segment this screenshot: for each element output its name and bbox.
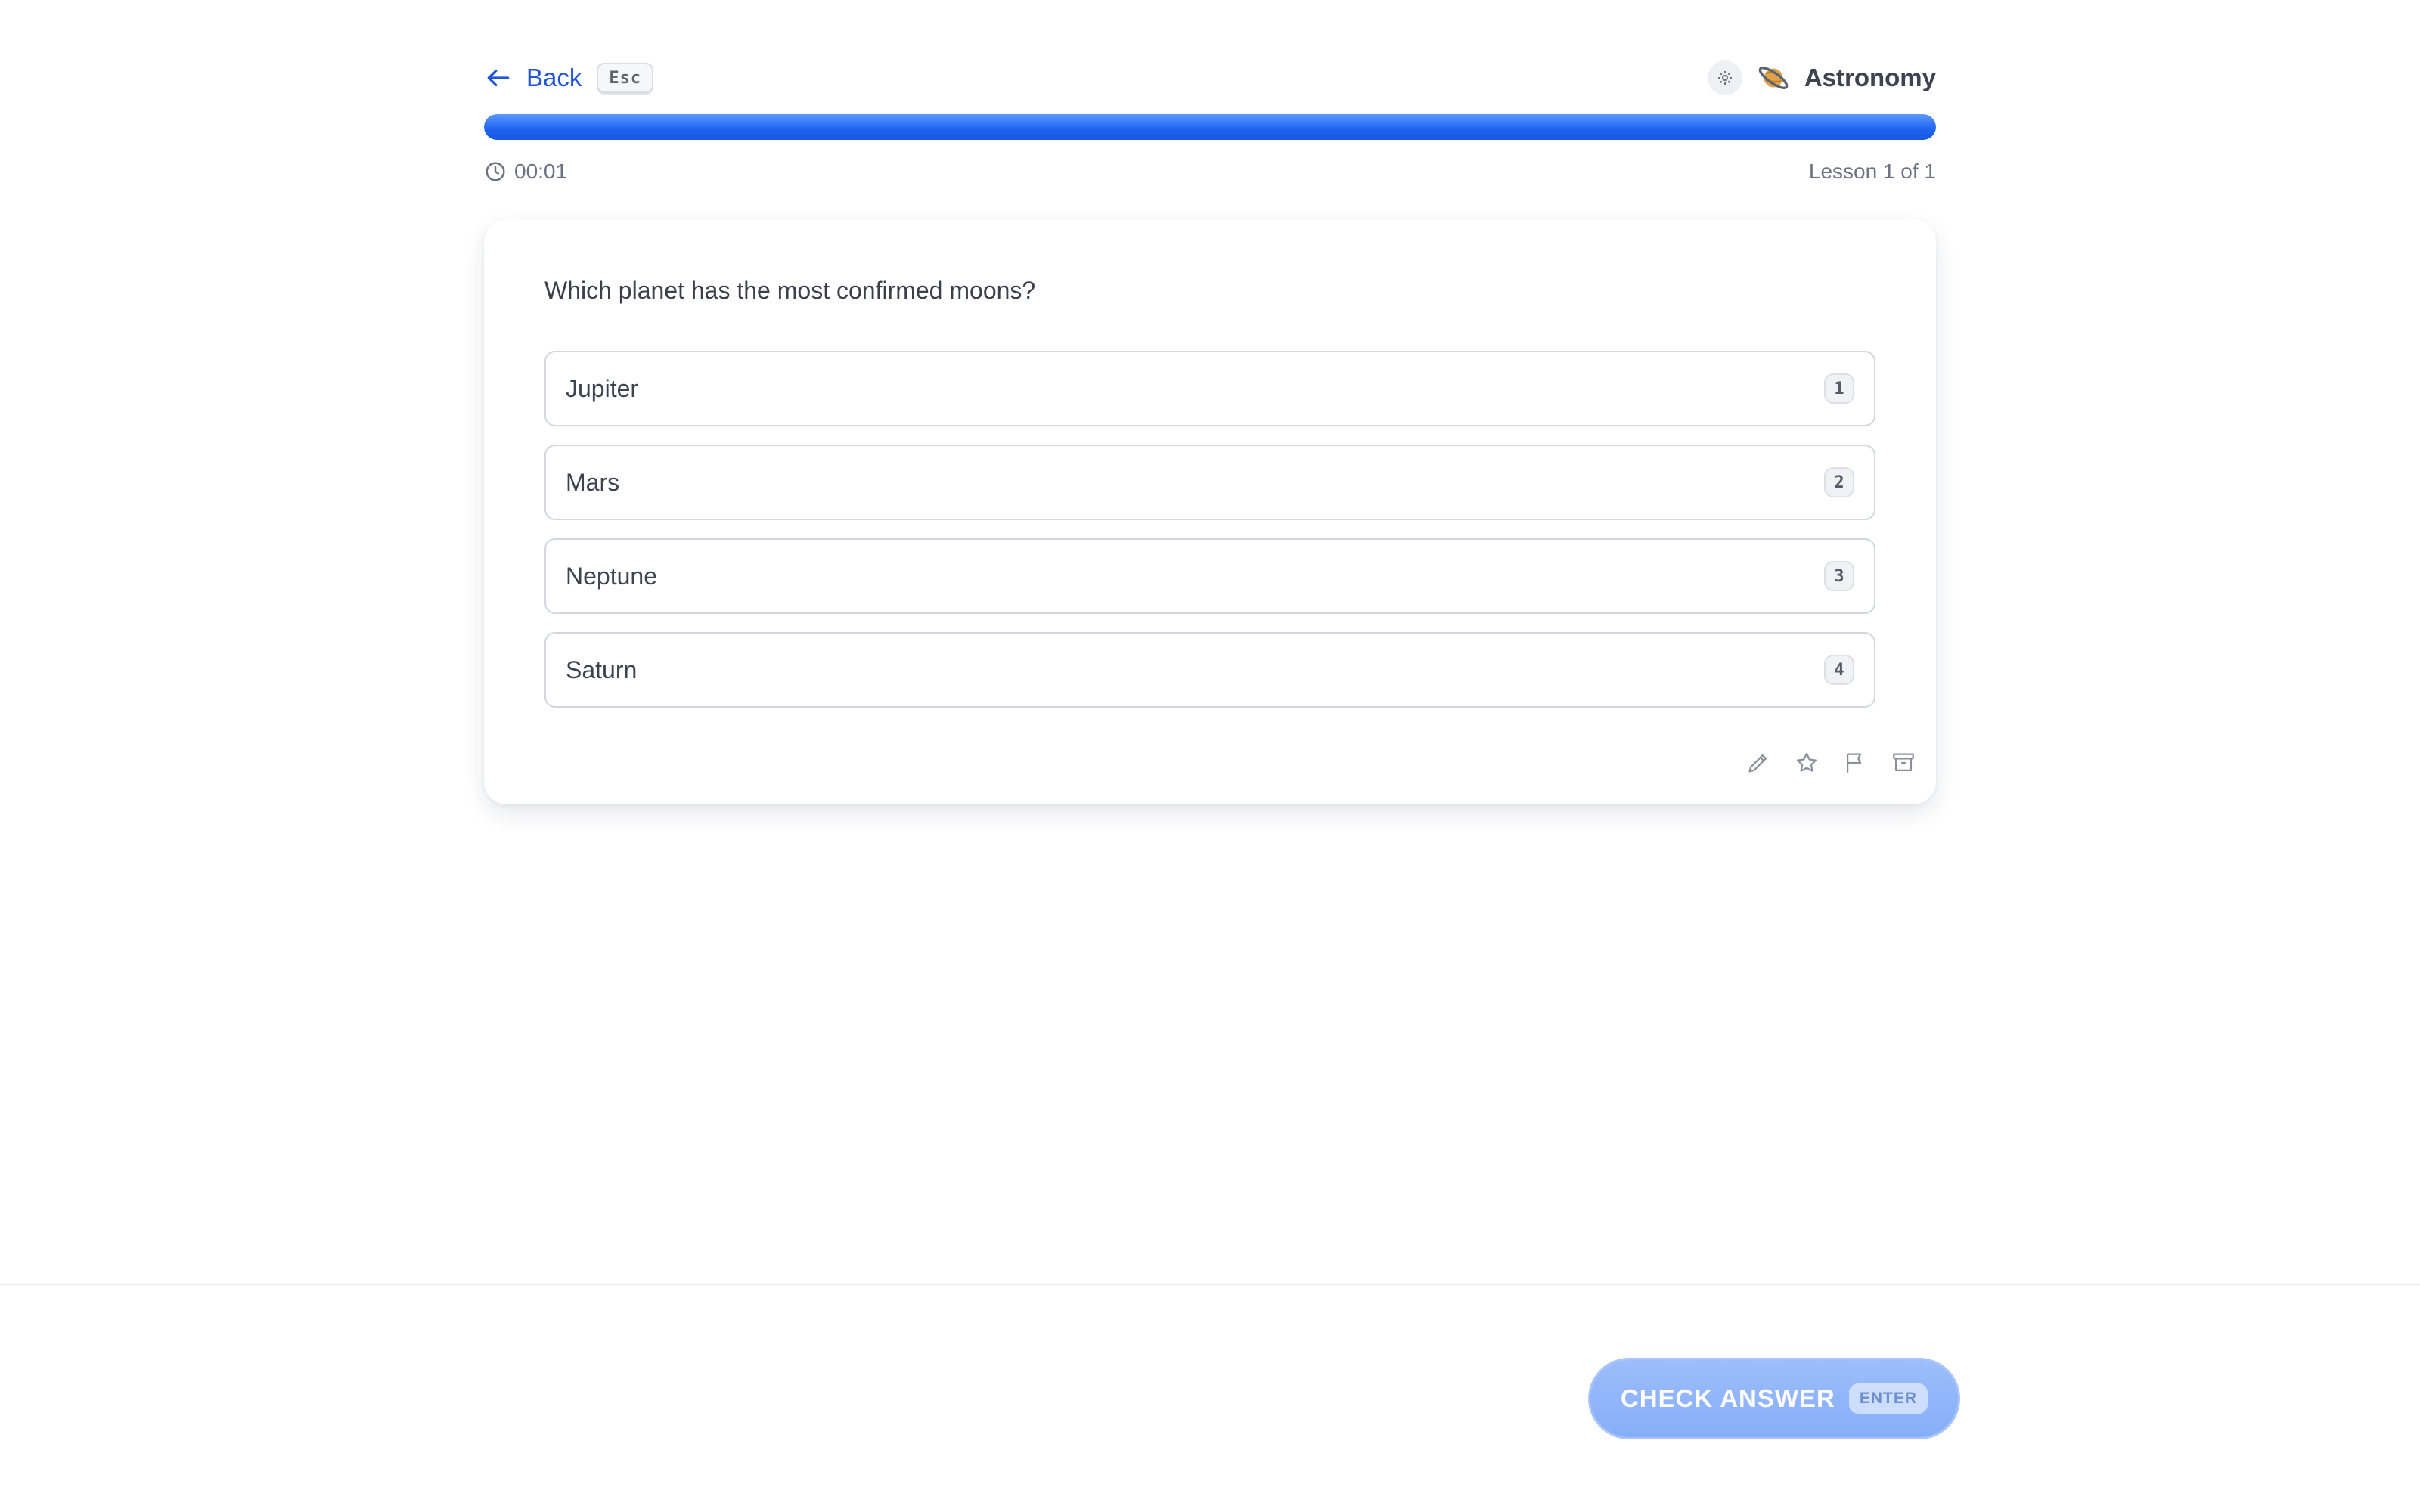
enter-shortcut-badge: ENTER: [1848, 1383, 1928, 1414]
question-text: Which planet has the most confirmed moon…: [544, 277, 1036, 304]
clock-icon: [486, 162, 505, 181]
check-answer-button[interactable]: CHECK ANSWER ENTER: [1588, 1358, 1960, 1439]
answer-options: Jupiter 1 Mars 2 Neptune 3 Saturn 4: [544, 351, 1876, 726]
footer-divider: [0, 1284, 2420, 1285]
answer-option-neptune[interactable]: Neptune 3: [544, 538, 1876, 614]
timer-value: 00:01: [514, 160, 568, 183]
check-answer-label: CHECK ANSWER: [1620, 1384, 1835, 1412]
pencil-icon: [1748, 754, 1767, 773]
quiz-page: Back Esc Astronomy 00:01 Lesson 1 of 1 W…: [0, 0, 2420, 1512]
gear-icon: [1717, 71, 1732, 85]
option-shortcut-badge: 1: [1824, 373, 1854, 404]
header: Back Esc Astronomy: [484, 59, 1936, 97]
lesson-counter: Lesson 1 of 1: [1808, 160, 1936, 183]
card-toolbar: [1744, 748, 1918, 777]
option-label: Jupiter: [566, 374, 639, 402]
esc-shortcut-badge: Esc: [597, 63, 654, 93]
flag-icon: [1846, 753, 1862, 773]
progress-fill: [484, 114, 1936, 140]
back-button[interactable]: Back Esc: [484, 63, 654, 93]
ringed-planet-icon: [1758, 67, 1789, 89]
question-card: Which planet has the most confirmed moon…: [484, 219, 1936, 804]
lesson-progress-bar: [484, 114, 1936, 140]
back-label: Back: [526, 64, 582, 91]
lesson-meta: 00:01 Lesson 1 of 1: [484, 155, 1936, 188]
option-shortcut-badge: 3: [1824, 561, 1854, 591]
archive-button[interactable]: [1889, 748, 1918, 777]
course-settings-button[interactable]: [1707, 60, 1742, 95]
option-label: Neptune: [566, 562, 657, 590]
option-label: Saturn: [566, 655, 638, 683]
answer-option-jupiter[interactable]: Jupiter 1: [544, 351, 1876, 426]
answer-option-saturn[interactable]: Saturn 4: [544, 632, 1876, 708]
timer: 00:01: [484, 160, 567, 184]
archive-icon: [1893, 753, 1914, 772]
report-button[interactable]: [1841, 748, 1869, 777]
option-label: Mars: [566, 468, 620, 496]
favorite-button[interactable]: [1792, 748, 1821, 777]
course-info: Astronomy: [1707, 60, 1936, 95]
edit-button[interactable]: [1744, 748, 1773, 777]
course-name: Astronomy: [1804, 64, 1936, 91]
answer-option-mars[interactable]: Mars 2: [544, 445, 1876, 520]
option-shortcut-badge: 4: [1824, 655, 1854, 685]
arrow-left-icon: [487, 69, 510, 87]
option-shortcut-badge: 2: [1824, 467, 1854, 497]
star-icon: [1796, 752, 1817, 772]
